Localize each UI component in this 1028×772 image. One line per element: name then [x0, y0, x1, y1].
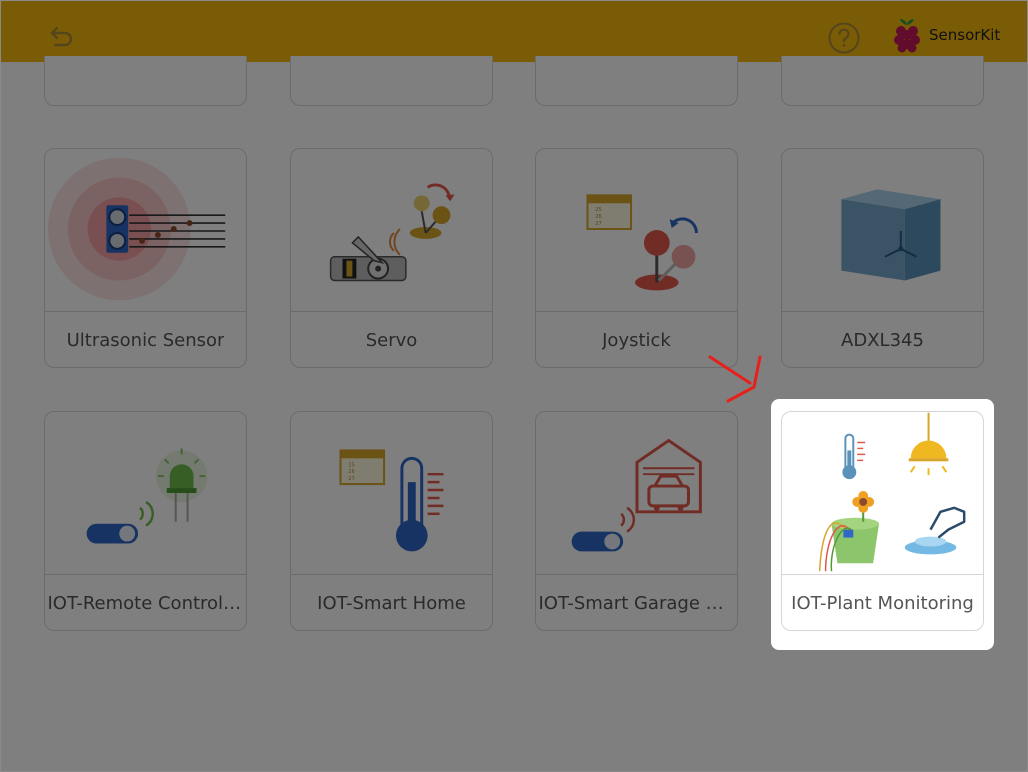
help-icon: [828, 22, 860, 54]
svg-text:27: 27: [595, 221, 601, 227]
pointer-arrow-icon: [708, 355, 762, 403]
accelerometer-cube-illustration: [841, 189, 941, 281]
card-iot-smart-garage-door[interactable]: IOT-Smart Garage Door: [535, 411, 738, 631]
plant-monitoring-illustration: [818, 412, 966, 572]
card-partial[interactable]: [535, 56, 738, 106]
card-label: IOT-Remote Control LED: [47, 593, 244, 614]
card-partial[interactable]: [290, 56, 493, 106]
card-label: Servo: [365, 330, 418, 351]
ultrasonic-sensor-illustration: [47, 157, 226, 301]
back-button[interactable]: [45, 21, 77, 51]
garage-illustration: [571, 438, 702, 552]
svg-text:26: 26: [595, 214, 601, 220]
card-iot-plant-monitoring[interactable]: IOT-Plant Monitoring: [781, 411, 984, 631]
thermometer-illustration: 252627: [339, 449, 444, 552]
top-bar: SensorKit: [1, 1, 1027, 62]
svg-text:26: 26: [348, 469, 354, 475]
card-joystick[interactable]: 25 26 27 Joystick: [535, 148, 738, 368]
card-label: Joystick: [602, 330, 671, 351]
card-iot-remote-control-led[interactable]: IOT-Remote Control LED: [44, 411, 247, 631]
card-partial[interactable]: [781, 56, 984, 106]
card-adxl345[interactable]: ADXL345: [781, 148, 984, 368]
card-label: IOT-Smart Home: [317, 593, 466, 614]
brand-name: SensorKit: [929, 26, 1001, 44]
card-ultrasonic-sensor[interactable]: Ultrasonic Sensor: [44, 148, 247, 368]
joystick-illustration: 252627: [586, 194, 698, 291]
app-window: SensorKit Ultrasonic Sensor Servo 25 26 …: [0, 0, 1028, 772]
card-label: IOT-Plant Monitoring: [791, 593, 974, 614]
card-iot-smart-home[interactable]: 25 26 27 IOT-Smart Home: [290, 411, 493, 631]
servo-illustration: [329, 183, 455, 282]
svg-text:25: 25: [348, 462, 354, 468]
card-label: IOT-Smart Garage Door: [538, 593, 735, 614]
card-partial[interactable]: [44, 56, 247, 106]
card-label: Ultrasonic Sensor: [66, 330, 225, 351]
tutorial-spotlight: IOT-Plant Monitoring: [771, 399, 994, 650]
brand: SensorKit: [891, 15, 1000, 55]
back-arrow-icon: [50, 26, 73, 47]
card-label: ADXL345: [841, 330, 924, 351]
raspberry-pi-logo: [894, 19, 920, 53]
svg-text:27: 27: [348, 476, 354, 482]
svg-text:25: 25: [595, 207, 601, 213]
help-button[interactable]: [827, 21, 861, 55]
card-servo[interactable]: Servo: [290, 148, 493, 368]
remote-led-illustration: [86, 448, 208, 544]
